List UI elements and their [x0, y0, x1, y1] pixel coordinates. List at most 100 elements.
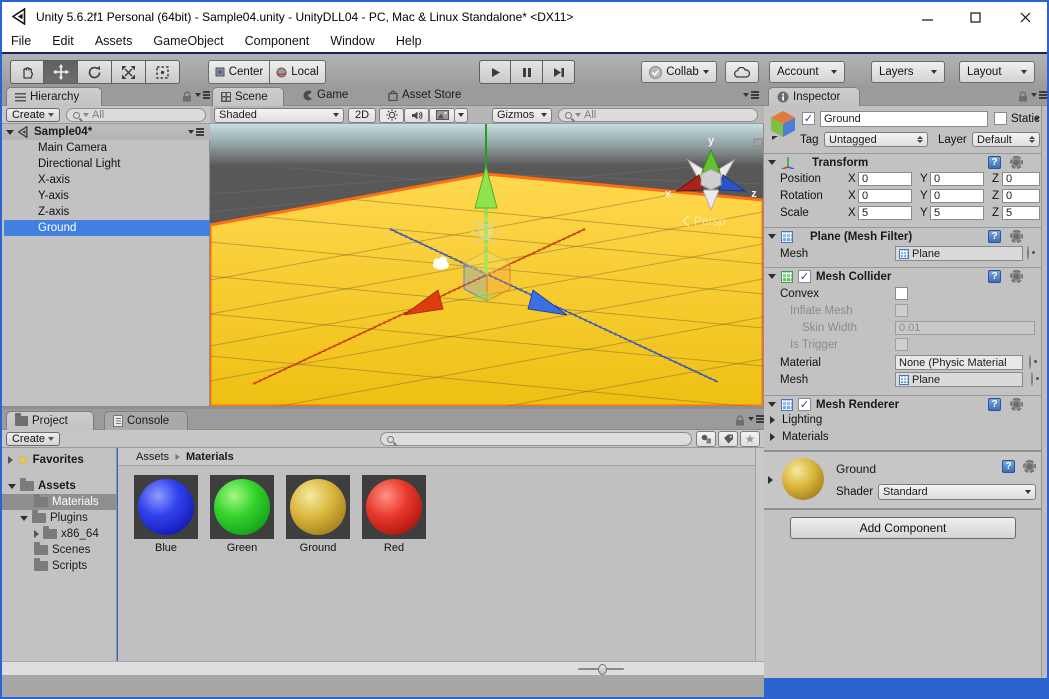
- hierarchy-root-row[interactable]: Sample04*: [2, 124, 210, 140]
- pivot-center-button[interactable]: Center: [208, 60, 270, 84]
- gear-icon[interactable]: [1010, 398, 1023, 411]
- menu-component[interactable]: Component: [236, 30, 319, 48]
- tree-item-materials[interactable]: Materials: [2, 494, 117, 510]
- foldout-open-icon[interactable]: [8, 484, 16, 489]
- transform-header[interactable]: Transform ?: [764, 153, 1041, 171]
- foldout-open-icon[interactable]: [768, 274, 776, 279]
- asset-label[interactable]: Red: [362, 542, 426, 554]
- hierarchy-item-directional-light[interactable]: Directional Light: [4, 156, 211, 172]
- hierarchy-search-input[interactable]: All: [66, 108, 206, 122]
- help-icon[interactable]: ?: [988, 230, 1001, 243]
- mesh-filter-header[interactable]: Plane (Mesh Filter) ?: [764, 227, 1041, 245]
- scale-x-field[interactable]: 5: [858, 206, 912, 220]
- asset-label[interactable]: Ground: [286, 542, 350, 554]
- hierarchy-item-y-axis[interactable]: Y-axis: [4, 188, 211, 204]
- 2d-toggle-button[interactable]: 2D: [348, 108, 376, 123]
- play-button[interactable]: [479, 60, 511, 84]
- help-icon[interactable]: ?: [988, 156, 1001, 169]
- step-button[interactable]: [543, 60, 575, 84]
- rotation-z-field[interactable]: 0: [1002, 189, 1040, 203]
- static-dropdown-icon[interactable]: [1034, 117, 1040, 121]
- persp-label[interactable]: Persp: [694, 214, 726, 228]
- panel-menu-icon[interactable]: [195, 93, 211, 97]
- project-search-input[interactable]: [380, 432, 692, 446]
- menu-file[interactable]: File: [2, 30, 40, 48]
- tab-asset-store[interactable]: Asset Store: [388, 89, 461, 101]
- tree-item-assets[interactable]: Assets: [8, 478, 76, 494]
- tree-item-scenes[interactable]: Scenes: [34, 542, 90, 558]
- cloud-button[interactable]: [725, 61, 759, 83]
- foldout-open-icon[interactable]: [768, 160, 776, 165]
- project-scrollbar[interactable]: [755, 448, 764, 661]
- tag-dropdown[interactable]: Untagged: [824, 132, 928, 147]
- lock-icon[interactable]: [735, 415, 745, 426]
- help-icon[interactable]: ?: [1002, 460, 1015, 473]
- lighting-toggle-button[interactable]: [379, 108, 404, 123]
- minimize-button[interactable]: [912, 8, 942, 26]
- foldout-open-icon[interactable]: [20, 516, 28, 521]
- position-y-field[interactable]: 0: [930, 172, 984, 186]
- tab-project[interactable]: Project: [6, 411, 94, 430]
- tree-item-x86-64[interactable]: x86_64: [34, 526, 99, 542]
- asset-material-red[interactable]: [362, 475, 426, 539]
- tab-hierarchy[interactable]: Hierarchy: [6, 87, 102, 106]
- scale-tool-button[interactable]: [112, 60, 146, 84]
- panel-menu-icon[interactable]: [748, 417, 764, 421]
- asset-material-blue[interactable]: [134, 475, 198, 539]
- tree-item-plugins[interactable]: Plugins: [20, 510, 88, 526]
- position-z-field[interactable]: 0: [1002, 172, 1040, 186]
- foldout-open-icon[interactable]: [768, 402, 776, 407]
- help-icon[interactable]: ?: [988, 398, 1001, 411]
- account-dropdown[interactable]: Account: [769, 61, 845, 83]
- mesh-collider-header[interactable]: ✓ Mesh Collider ?: [764, 267, 1041, 285]
- foldout-open-icon[interactable]: [768, 234, 776, 239]
- object-picker-icon[interactable]: [1031, 372, 1033, 386]
- hierarchy-create-button[interactable]: Create: [6, 108, 60, 122]
- shading-mode-dropdown[interactable]: Shaded: [214, 108, 344, 123]
- inspector-scrollbar[interactable]: [1041, 106, 1047, 678]
- tab-inspector[interactable]: Inspector: [768, 87, 860, 106]
- materials-foldout[interactable]: Materials: [782, 431, 829, 443]
- foldout-open-icon[interactable]: [6, 130, 14, 135]
- tab-console[interactable]: Console: [104, 411, 188, 430]
- lock-icon[interactable]: [182, 91, 192, 102]
- object-picker-icon[interactable]: [1027, 246, 1029, 260]
- tree-item-scripts[interactable]: Scripts: [34, 558, 87, 574]
- rotate-tool-button[interactable]: [78, 60, 112, 84]
- lighting-foldout[interactable]: Lighting: [782, 414, 822, 426]
- effects-dropdown-arrow[interactable]: [455, 108, 468, 123]
- favorites-foldout[interactable]: ★ Favorites: [8, 452, 84, 468]
- physic-material-field[interactable]: None (Physic Material: [895, 355, 1023, 370]
- layers-dropdown[interactable]: Layers: [871, 61, 945, 83]
- search-by-type-button[interactable]: [696, 431, 716, 447]
- add-component-button[interactable]: Add Component: [790, 517, 1016, 539]
- mesh-collider-enabled-checkbox[interactable]: ✓: [798, 270, 811, 283]
- tab-game[interactable]: Game: [302, 89, 348, 101]
- panel-menu-icon[interactable]: [188, 130, 204, 134]
- asset-label[interactable]: Blue: [134, 542, 198, 554]
- help-icon[interactable]: ?: [988, 270, 1001, 283]
- rect-tool-button[interactable]: [146, 60, 180, 84]
- active-checkbox[interactable]: ✓: [802, 112, 815, 125]
- object-name-field[interactable]: Ground: [820, 111, 988, 127]
- convex-checkbox[interactable]: [895, 287, 908, 300]
- hierarchy-item-main-camera[interactable]: Main Camera: [4, 140, 211, 156]
- gear-icon[interactable]: [1023, 460, 1036, 473]
- search-by-label-button[interactable]: [718, 431, 738, 447]
- layer-dropdown[interactable]: Default: [972, 132, 1040, 147]
- asset-label[interactable]: Green: [210, 542, 274, 554]
- hierarchy-item-ground[interactable]: Ground: [4, 220, 211, 236]
- asset-material-green[interactable]: [210, 475, 274, 539]
- hierarchy-item-z-axis[interactable]: Z-axis: [4, 204, 211, 220]
- foldout-closed-icon[interactable]: [34, 530, 39, 538]
- gear-icon[interactable]: [1010, 270, 1023, 283]
- menu-window[interactable]: Window: [321, 30, 383, 48]
- gizmos-dropdown[interactable]: Gizmos: [492, 108, 552, 123]
- scene-viewport[interactable]: y x z Persp: [210, 124, 764, 406]
- panel-menu-icon[interactable]: [743, 93, 759, 97]
- menu-gameobject[interactable]: GameObject: [144, 30, 232, 48]
- asset-material-ground[interactable]: [286, 475, 350, 539]
- static-checkbox[interactable]: [994, 112, 1007, 125]
- layout-dropdown[interactable]: Layout: [959, 61, 1035, 83]
- menu-assets[interactable]: Assets: [86, 30, 142, 48]
